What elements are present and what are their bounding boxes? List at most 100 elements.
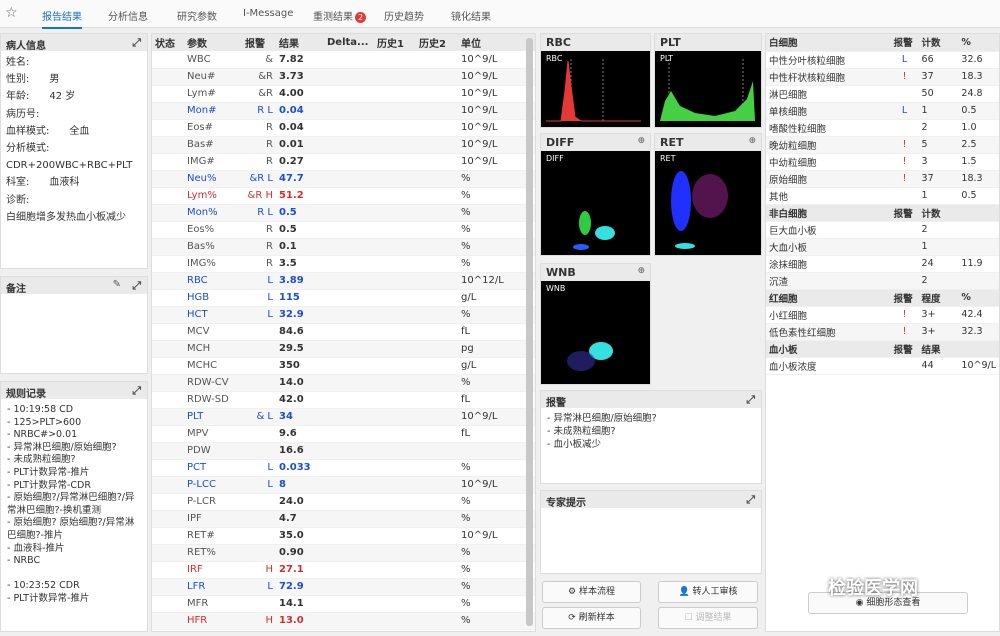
- result-row[interactable]: P-LCR 24.0%: [152, 493, 535, 511]
- result-row[interactable]: HGB L 115 g/L: [152, 289, 535, 307]
- result-row[interactable]: RET% 0.90%: [152, 544, 535, 562]
- cell-row[interactable]: 涂抹细胞 24 11.9: [766, 255, 999, 273]
- result-row[interactable]: IMG# R 0.27 10^9/L: [152, 153, 535, 171]
- expand-icon[interactable]: ⤢: [746, 393, 755, 407]
- result-row[interactable]: Neu# &R 3.73 10^9/L: [152, 68, 535, 86]
- rbc-histogram[interactable]: RBC: [541, 51, 650, 127]
- tab-history-trend[interactable]: 历史趋势: [384, 8, 424, 23]
- result-row[interactable]: RBC L 3.89 10^12/L: [152, 272, 535, 290]
- result-row[interactable]: Eos# R 0.04 10^9/L: [152, 119, 535, 137]
- result-row[interactable]: Lym# &R 4.00 10^9/L: [152, 85, 535, 103]
- cell-row[interactable]: 大血小板 1: [766, 238, 999, 256]
- cell-row[interactable]: 其他 1 0.5: [766, 187, 999, 205]
- result-row[interactable]: HCT L 32.9%: [152, 306, 535, 324]
- result-row[interactable]: RET# 35.0 10^9/L: [152, 527, 535, 545]
- cell-row[interactable]: 血小板浓度 44 10^9/L: [766, 357, 999, 375]
- cell-row[interactable]: 巨大血小板 2: [766, 221, 999, 239]
- result-history1: [374, 119, 416, 137]
- result-row[interactable]: HFR H 13.0%: [152, 612, 535, 630]
- result-row[interactable]: Eos% R 0.5%: [152, 221, 535, 239]
- result-flag: [242, 391, 276, 409]
- result-row[interactable]: Bas# R 0.01 10^9/L: [152, 136, 535, 154]
- result-row[interactable]: Bas% R 0.1%: [152, 238, 535, 256]
- tab-research-params[interactable]: 研究参数: [177, 8, 217, 23]
- result-status: [152, 51, 184, 69]
- result-row[interactable]: IPF 4.7%: [152, 510, 535, 528]
- ret-scattergram[interactable]: RET: [655, 151, 761, 255]
- results-column-header[interactable]: 报警: [242, 34, 276, 51]
- cell-row[interactable]: 中幼粒细胞! 3 1.5: [766, 153, 999, 171]
- zoom-icon[interactable]: ⊕: [637, 266, 645, 276]
- tab-analysis-info[interactable]: 分析信息: [108, 8, 148, 23]
- manual-review-button[interactable]: 👤 转人工审核: [658, 581, 758, 603]
- result-row[interactable]: MCH 29.5 pg: [152, 340, 535, 358]
- expand-icon[interactable]: ⤢: [746, 493, 755, 507]
- edit-icon[interactable]: ✎: [113, 279, 121, 290]
- result-row[interactable]: Mon# R L 0.04 10^9/L: [152, 102, 535, 120]
- star-icon[interactable]: ☆: [5, 5, 18, 21]
- tab-imessage[interactable]: I-Message: [243, 8, 293, 19]
- tab-mirror-results[interactable]: 镜化结果: [451, 8, 491, 23]
- result-row[interactable]: LFR L 72.9%: [152, 578, 535, 596]
- cell-row[interactable]: 单核细胞 L 1 0.5: [766, 102, 999, 120]
- results-column-header[interactable]: 单位: [458, 34, 535, 51]
- result-row[interactable]: Lym% &R H 51.2%: [152, 187, 535, 205]
- expand-icon[interactable]: ⤢: [132, 36, 141, 50]
- results-scrollbar[interactable]: [526, 38, 533, 626]
- cell-row[interactable]: 低色素性红细胞! 3+ 32.3: [766, 323, 999, 341]
- cell-table: 白细胞 报警 计数% 中性分叶核粒细胞 L 66 32.6 中性杆状核粒细胞! 37 18.3 淋巴…: [766, 34, 999, 375]
- result-row[interactable]: PCT L 0.033%: [152, 459, 535, 477]
- cell-value: !: [890, 170, 919, 188]
- refresh-sample-button[interactable]: ⟳ 刷新样本: [542, 607, 641, 629]
- result-row[interactable]: RDW-SD 42.0 fL: [152, 391, 535, 409]
- patient-info-title: 病人信息: [6, 41, 46, 52]
- cell-value: 44: [918, 357, 959, 375]
- result-row[interactable]: IRF H 27.1%: [152, 561, 535, 579]
- result-delta: [324, 255, 374, 273]
- result-row[interactable]: MCHC 350 g/L: [152, 357, 535, 375]
- result-row[interactable]: MFR 14.1%: [152, 595, 535, 613]
- plt-histogram[interactable]: PLT: [655, 51, 761, 127]
- zoom-icon[interactable]: ⊕: [637, 136, 645, 146]
- cell-row[interactable]: 嗜酸性粒细胞 2 1.0: [766, 119, 999, 137]
- expand-icon[interactable]: ⤢: [132, 384, 141, 398]
- tab-retest-results[interactable]: 重测结果 2: [313, 8, 366, 23]
- result-row[interactable]: PLT & L 34 10^9/L: [152, 408, 535, 426]
- cell-row[interactable]: 淋巴细胞 50 24.8: [766, 85, 999, 103]
- cell-row[interactable]: 晚幼粒细胞! 5 2.5: [766, 136, 999, 154]
- cell-row[interactable]: 原始细胞! 37 18.3: [766, 170, 999, 188]
- results-column-header[interactable]: 历史2: [416, 34, 458, 51]
- cell-value: !: [890, 136, 919, 154]
- result-status: [152, 187, 184, 205]
- adjust-result-button[interactable]: ☐ 调整结果: [658, 607, 758, 629]
- cell-row[interactable]: 沉渣 2: [766, 272, 999, 290]
- cell-row[interactable]: 中性分叶核粒细胞 L 66 32.6: [766, 51, 999, 69]
- tab-report-results[interactable]: 报告结果: [42, 8, 82, 29]
- zoom-icon[interactable]: ⊕: [748, 136, 756, 146]
- result-row[interactable]: P-LCC L 8 10^9/L: [152, 476, 535, 494]
- results-column-header[interactable]: 状态: [152, 34, 184, 51]
- result-row[interactable]: Neu% &R L 47.7%: [152, 170, 535, 188]
- results-column-header[interactable]: 参数: [184, 34, 242, 51]
- result-unit: %: [458, 612, 535, 630]
- result-row[interactable]: Mon% R L 0.5%: [152, 204, 535, 222]
- results-column-header[interactable]: 结果: [276, 34, 324, 51]
- result-row[interactable]: PDW 16.6: [152, 442, 535, 460]
- sample-flow-button[interactable]: ⚙ 样本流程: [542, 581, 641, 603]
- result-param: Eos#: [184, 119, 242, 137]
- result-row[interactable]: RDW-CV 14.0%: [152, 374, 535, 392]
- result-row[interactable]: MCV 84.6 fL: [152, 323, 535, 341]
- results-column-header[interactable]: 历史1: [374, 34, 416, 51]
- cell-row[interactable]: 中性杆状核粒细胞! 37 18.3: [766, 68, 999, 86]
- result-row[interactable]: IMG% R 3.5%: [152, 255, 535, 273]
- results-column-header[interactable]: Delta...: [324, 34, 374, 51]
- cell-row[interactable]: 小红细胞! 3+ 42.4: [766, 306, 999, 324]
- cell-header-cell: %: [958, 34, 999, 52]
- result-row[interactable]: MPV 9.6 fL: [152, 425, 535, 443]
- expand-icon[interactable]: ⤢: [132, 279, 141, 293]
- result-row[interactable]: WBC & 7.82 10^9/L: [152, 51, 535, 69]
- result-flag: [242, 374, 276, 392]
- diff-scattergram[interactable]: DIFF: [541, 151, 650, 255]
- result-unit: %: [458, 255, 535, 273]
- wnb-scattergram[interactable]: WNB: [541, 281, 650, 384]
